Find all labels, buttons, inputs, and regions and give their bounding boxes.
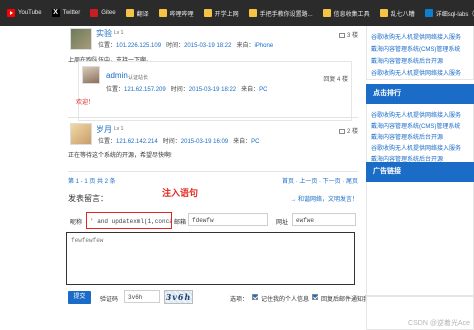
bookmark-label: YouTube	[18, 10, 42, 16]
floor-number: 2 楼	[338, 126, 358, 135]
hot-ranking-header: 点击排行	[366, 84, 474, 104]
form-title: 发表留言：	[68, 194, 108, 203]
bookmark-label: 信息收集工具	[333, 11, 370, 18]
sidebar: 谷歌收购无人机提供网络接入服务 戴海内容管理系统(CMS)管理系统 戴海内容管理…	[366, 26, 474, 330]
comment-meta: 位置：101.226.125.109 时间：2015-03-19 18:22 来…	[98, 43, 274, 49]
user-level: Lv 1	[114, 30, 124, 36]
folder-icon	[322, 9, 331, 17]
floor-number: 3 楼	[338, 30, 358, 39]
folder-icon	[379, 9, 388, 17]
name-label: 昵称	[70, 220, 83, 226]
comment-section: 实验 Lv 1 3 楼 位置：101.226.125.109 时间：2015-0…	[62, 26, 369, 330]
ads-header: 广告链接	[366, 162, 474, 182]
content-textarea[interactable]: fewfewfew	[66, 232, 355, 285]
bookmark-label: 乱七八糟	[390, 11, 415, 18]
bookmark-folder-translate[interactable]: 翻译	[121, 0, 154, 26]
name-input[interactable]: ' and updatexml(1,concat(	[86, 212, 172, 229]
bookmark-label: 手把手教你设置路...	[259, 11, 313, 18]
notify-label: 回复后邮件通知我	[321, 297, 370, 303]
bookmark-gitee[interactable]: Gitee	[85, 0, 120, 26]
options-label: 选项：	[230, 297, 249, 303]
sidebar-top-links: 谷歌收购无人机提供网络接入服务 戴海内容管理系统(CMS)管理系统 戴海内容管理…	[366, 26, 474, 80]
remember-checkbox[interactable]	[252, 294, 258, 300]
comment-text: 正在等待这个系统的开源，希望尽快啊!	[68, 153, 172, 159]
hot-link[interactable]: 谷歌收购无人机提供网络接入服务	[371, 143, 473, 152]
comment-meta: 位置：121.62.142.214 时间：2015-03-19 16:09 来自…	[98, 139, 260, 145]
annotation-label: 注入语句	[162, 188, 199, 198]
bookmark-label: 开学上网	[214, 11, 239, 18]
left-margin	[0, 26, 62, 330]
avatar	[82, 66, 100, 84]
bookmark-folder-misc[interactable]: 乱七八糟	[375, 0, 420, 26]
notify-checkbox[interactable]	[312, 294, 318, 300]
bookmark-folder-router[interactable]: 手把手教你设置路...	[244, 0, 318, 26]
folder-icon	[125, 9, 134, 17]
email-input[interactable]: fdewfw	[188, 213, 268, 226]
user-badge: 认证站长	[128, 75, 149, 81]
pager-links[interactable]: 首页 · 上一页 · 下一页 · 尾页	[282, 176, 358, 185]
avatar	[70, 28, 92, 50]
reply-icon	[338, 32, 345, 38]
form-hint[interactable]: → 和谐网络，文明发言！	[290, 194, 358, 203]
folder-icon	[248, 9, 257, 17]
bookmark-folder-infotools[interactable]: 信息收集工具	[318, 0, 375, 26]
reply-text: 欢迎！	[76, 100, 95, 106]
captcha-label: 验证码	[100, 297, 119, 303]
folder-icon	[158, 9, 167, 17]
comment-username[interactable]: 岁月	[96, 124, 112, 135]
sidebar-link[interactable]: 谷歌收购无人机提供网络接入服务	[371, 68, 473, 77]
captcha-image[interactable]: 3v6h	[164, 290, 193, 304]
reply-meta: 位置：121.62.157.209 时间：2015-03-19 18:22 来自…	[106, 87, 268, 93]
bookmark-twitter[interactable]: X Twitter	[47, 0, 86, 26]
url-label: 网址	[276, 220, 289, 226]
reply-icon	[338, 128, 345, 134]
sidebar-link[interactable]: 戴海内容管理系统后台开源	[371, 56, 473, 65]
email-label: 邮箱	[174, 220, 187, 226]
gitee-icon	[90, 9, 99, 17]
bookmark-youtube[interactable]: YouTube	[2, 0, 47, 26]
cc-icon	[424, 9, 433, 17]
bookmark-label: 哔哩哔哩	[169, 11, 194, 18]
remember-label: 记住我的个人信息	[261, 297, 310, 303]
youtube-icon	[7, 9, 15, 17]
captcha-input[interactable]: 3v6h	[124, 290, 160, 303]
hot-link[interactable]: 戴海内容管理系统(CMS)管理系统	[371, 121, 473, 130]
bookmark-folder-school[interactable]: 开学上网	[199, 0, 244, 26]
folder-icon	[203, 9, 212, 17]
divider	[68, 171, 358, 172]
hot-ranking-list: 谷歌收购无人机提供网络接入服务 戴海内容管理系统(CMS)管理系统 戴海内容管理…	[366, 104, 474, 164]
reply-username[interactable]: admin	[106, 71, 128, 80]
bookmark-sqli-labs[interactable]: 详细sql-labs（1-...	[420, 0, 474, 26]
ads-box	[366, 182, 474, 296]
reply-floor[interactable]: 回复 4 楼	[323, 74, 348, 83]
avatar	[70, 123, 92, 145]
bookmarks-bar: YouTube X Twitter Gitee 翻译 哔哩哔哩 开学上网 手把手教…	[0, 0, 474, 26]
bookmark-label: 翻译	[136, 11, 149, 18]
divider	[68, 117, 358, 118]
sidebar-link[interactable]: 谷歌收购无人机提供网络接入服务	[371, 32, 473, 41]
comment-username[interactable]: 实验	[96, 28, 112, 39]
bookmark-label: Gitee	[101, 10, 116, 16]
submit-button[interactable]: 提交	[68, 291, 91, 304]
user-level: Lv 1	[114, 126, 124, 132]
sidebar-link[interactable]: 戴海内容管理系统(CMS)管理系统	[371, 44, 473, 53]
hot-link[interactable]: 戴海内容管理系统后台开源	[371, 132, 473, 141]
bookmark-label: 详细sql-labs（1-...	[435, 11, 474, 18]
x-icon: X	[51, 9, 60, 17]
bookmark-folder-bilibili[interactable]: 哔哩哔哩	[154, 0, 199, 26]
hot-link[interactable]: 谷歌收购无人机提供网络接入服务	[371, 110, 473, 119]
bookmark-label: Twitter	[62, 10, 81, 16]
url-input[interactable]: ewfwe	[292, 213, 356, 226]
watermark: CSDN @逆着光Ace	[408, 320, 470, 327]
